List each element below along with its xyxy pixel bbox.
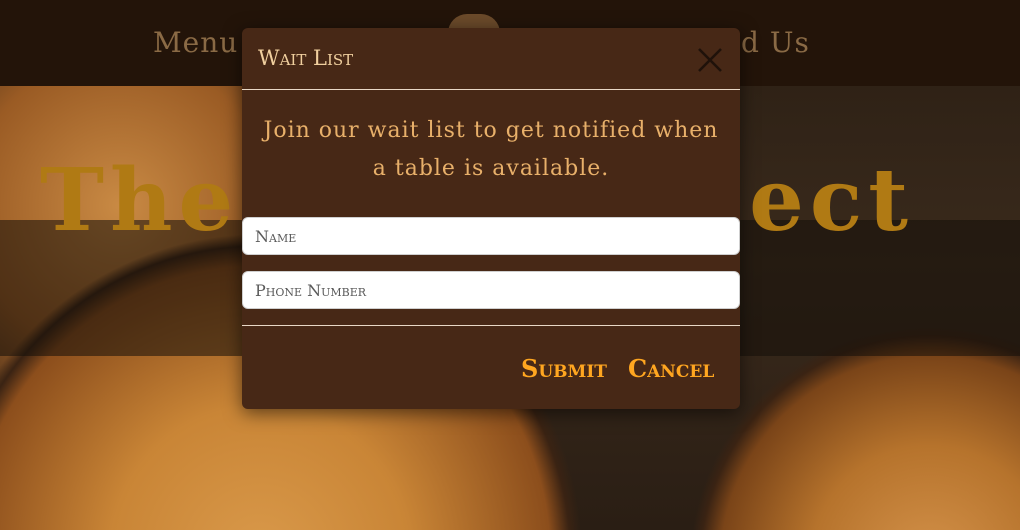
name-input[interactable] — [242, 217, 740, 255]
wait-list-modal: Wait List Join our wait list to get noti… — [242, 28, 740, 409]
hero-title-right: ject — [712, 150, 914, 251]
close-icon — [698, 48, 722, 72]
cancel-button[interactable]: Cancel — [628, 354, 714, 383]
phone-number-input[interactable] — [242, 271, 740, 309]
close-button[interactable] — [694, 44, 726, 76]
modal-title: Wait List — [258, 46, 354, 70]
modal-header: Wait List — [242, 28, 740, 90]
submit-button[interactable]: Submit — [521, 354, 607, 383]
nav-link-menu[interactable]: Menu — [153, 26, 238, 59]
hero-title-left: The — [40, 150, 240, 251]
modal-message: Join our wait list to get notified when … — [263, 118, 719, 181]
modal-footer: Submit Cancel — [242, 325, 740, 409]
